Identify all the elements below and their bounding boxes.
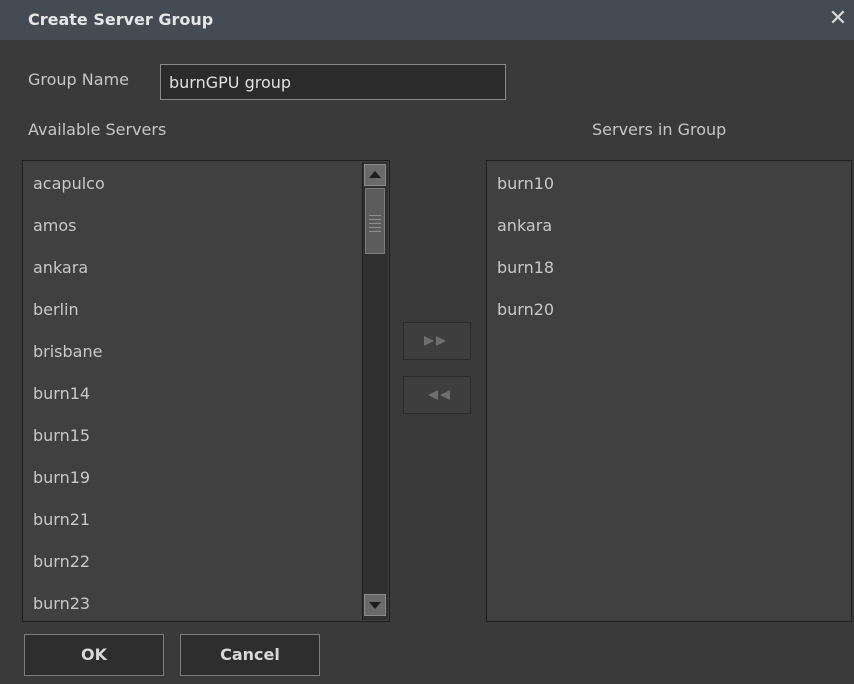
- list-item[interactable]: burn18: [487, 247, 851, 289]
- list-item[interactable]: brisbane: [23, 331, 361, 373]
- group-name-label: Group Name: [28, 70, 129, 89]
- list-item[interactable]: burn14: [23, 373, 361, 415]
- available-servers-scrollbar[interactable]: [362, 162, 388, 620]
- title-bar: Create Server Group ✕: [0, 0, 854, 40]
- arrow-up-icon[interactable]: [364, 164, 386, 186]
- list-item[interactable]: berlin: [23, 289, 361, 331]
- list-item[interactable]: burn19: [23, 457, 361, 499]
- remove-from-group-button[interactable]: [403, 376, 471, 414]
- cancel-button[interactable]: Cancel: [180, 634, 320, 676]
- available-servers-items: acapulco amos ankara berlin brisbane bur…: [23, 163, 361, 621]
- add-to-group-button[interactable]: [403, 322, 471, 360]
- servers-in-group-list[interactable]: burn10 ankara burn18 burn20: [486, 160, 852, 622]
- list-item[interactable]: acapulco: [23, 163, 361, 205]
- scroll-thumb[interactable]: [365, 188, 385, 254]
- double-arrow-left-icon: [428, 390, 450, 400]
- group-name-input[interactable]: [160, 64, 506, 100]
- list-item[interactable]: ankara: [487, 205, 851, 247]
- double-arrow-right-icon: [424, 336, 446, 346]
- list-item[interactable]: burn20: [487, 289, 851, 331]
- list-item[interactable]: burn10: [487, 163, 851, 205]
- list-item[interactable]: burn22: [23, 541, 361, 583]
- servers-in-group-items: burn10 ankara burn18 burn20: [487, 163, 851, 331]
- list-item[interactable]: amos: [23, 205, 361, 247]
- list-item[interactable]: burn23: [23, 583, 361, 621]
- servers-in-group-label: Servers in Group: [592, 120, 727, 139]
- list-item[interactable]: burn21: [23, 499, 361, 541]
- available-servers-list[interactable]: acapulco amos ankara berlin brisbane bur…: [22, 160, 390, 622]
- arrow-down-icon[interactable]: [364, 594, 386, 616]
- close-icon[interactable]: ✕: [826, 6, 850, 32]
- available-servers-label: Available Servers: [28, 120, 167, 139]
- list-item[interactable]: burn15: [23, 415, 361, 457]
- dialog-title: Create Server Group: [28, 10, 214, 29]
- list-item[interactable]: ankara: [23, 247, 361, 289]
- ok-button[interactable]: OK: [24, 634, 164, 676]
